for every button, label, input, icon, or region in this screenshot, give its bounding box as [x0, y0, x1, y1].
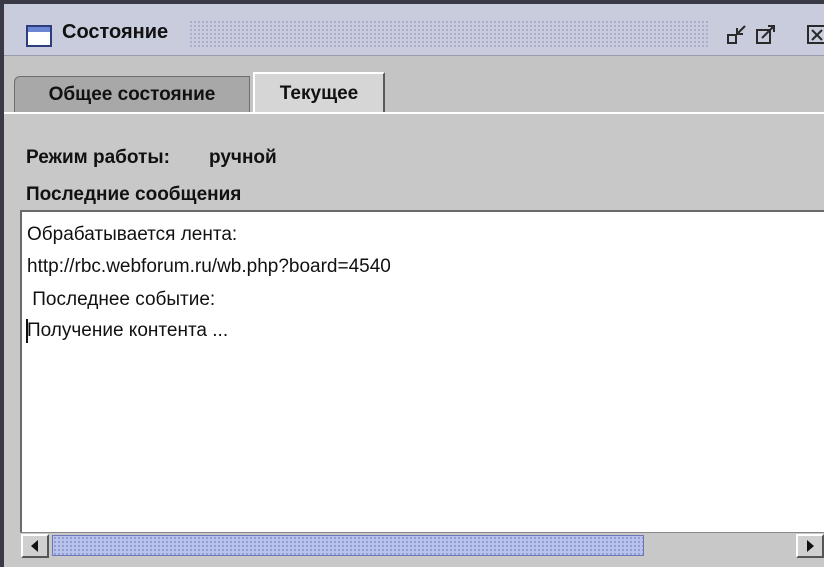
- log-line: Получение контента ...: [27, 320, 229, 341]
- close-icon[interactable]: [806, 24, 824, 46]
- arrow-right-icon: [807, 540, 814, 552]
- window-title: Состояние: [62, 21, 169, 43]
- arrow-left-icon: [31, 540, 38, 552]
- log-line: Обрабатывается лента:: [27, 224, 238, 245]
- window-icon[interactable]: [26, 25, 52, 47]
- text-caret: [26, 319, 28, 343]
- bottom-border: [4, 558, 824, 567]
- scroll-right-button[interactable]: [796, 534, 824, 558]
- scroll-left-button[interactable]: [21, 534, 49, 558]
- log-line: http://rbc.webforum.ru/wb.php?board=4540: [27, 256, 391, 277]
- tab-current[interactable]: Текущее: [253, 72, 385, 114]
- maximize-icon[interactable]: [755, 24, 777, 46]
- tab-general-status[interactable]: Общее состояние: [14, 76, 250, 112]
- log-line: Последнее событие:: [27, 289, 216, 310]
- messages-label: Последние сообщения: [26, 184, 242, 205]
- minimize-icon[interactable]: [726, 24, 748, 46]
- horizontal-scrollbar[interactable]: [20, 532, 824, 558]
- mode-value: ручной: [209, 147, 277, 168]
- scroll-thumb[interactable]: [52, 535, 644, 556]
- mode-label: Режим работы:: [26, 147, 170, 168]
- title-bar-pattern: [189, 20, 709, 48]
- messages-textarea[interactable]: Обрабатывается лента: http://rbc.webforu…: [20, 210, 824, 532]
